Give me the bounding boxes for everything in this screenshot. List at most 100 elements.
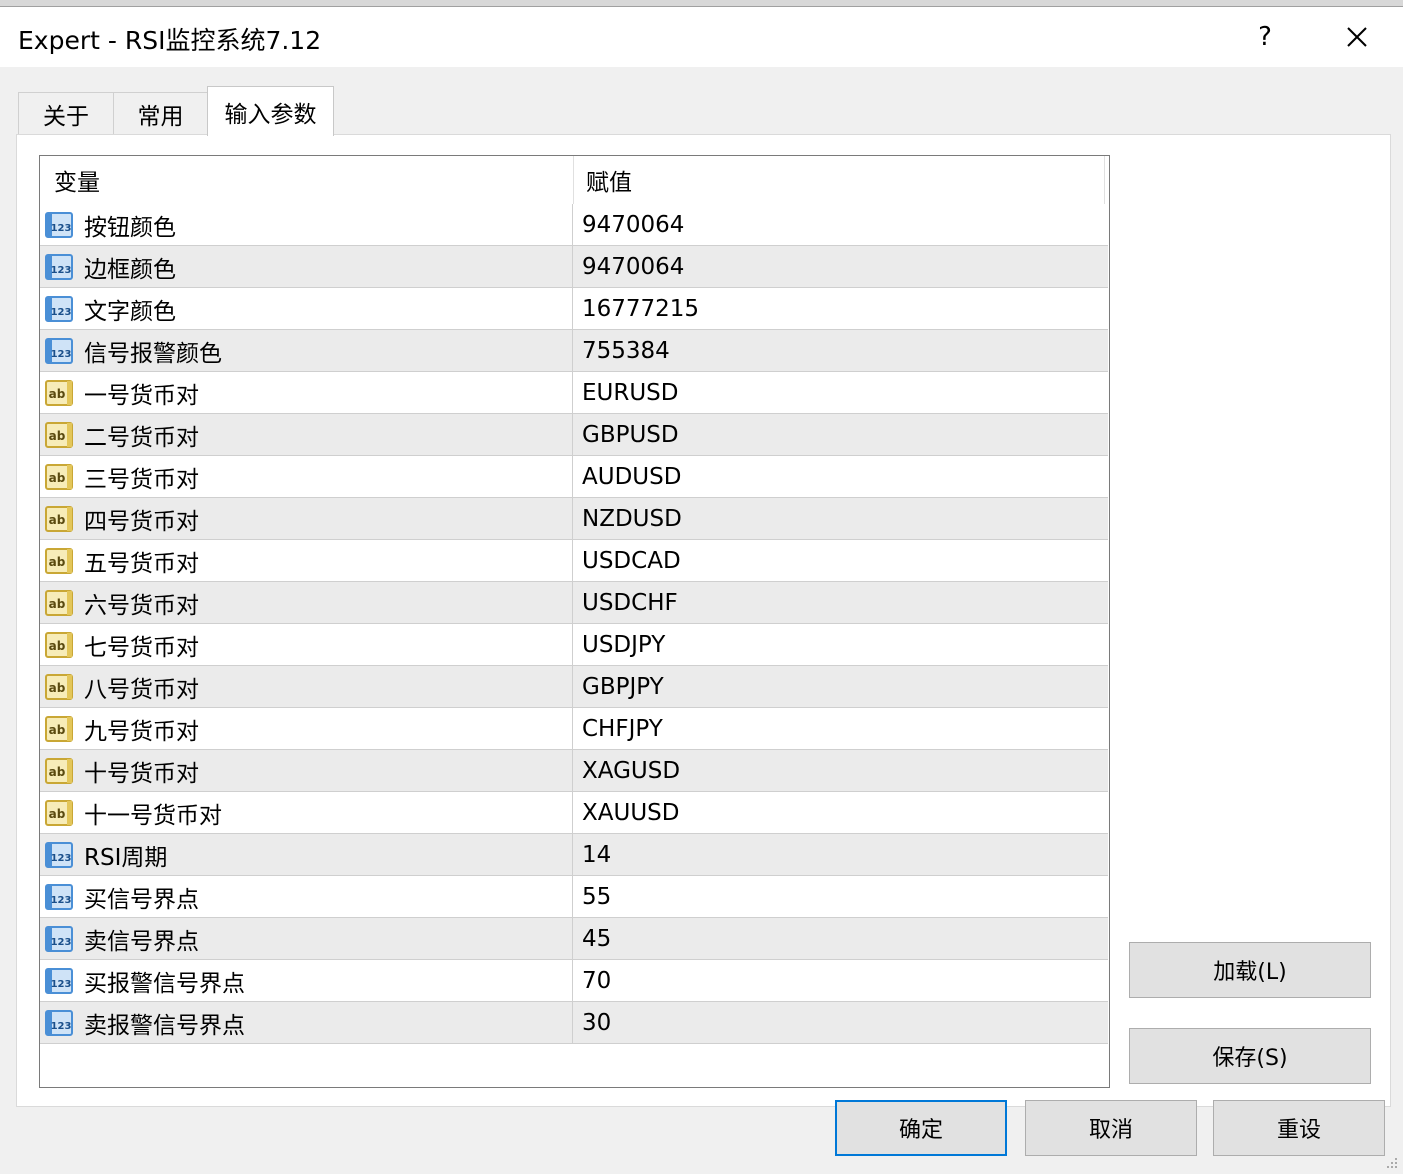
variable-name: 卖信号界点	[84, 928, 199, 955]
value-cell[interactable]: XAUUSD	[574, 792, 1108, 833]
value-cell[interactable]: 14	[574, 834, 1108, 875]
value-cell[interactable]: 55	[574, 876, 1108, 917]
variable-cell[interactable]: 123 按钮颜色	[40, 204, 573, 245]
ok-button[interactable]: 确定	[835, 1100, 1007, 1156]
text-ab-icon: ab	[45, 715, 73, 742]
value-cell[interactable]: 30	[574, 1002, 1108, 1043]
variable-cell[interactable]: ab 五号货币对	[40, 540, 573, 581]
variable-cell[interactable]: ab 三号货币对	[40, 456, 573, 497]
numeric-123-icon: 123	[45, 253, 73, 280]
table-row[interactable]: ab 三号货币对 AUDUSD	[40, 456, 1108, 498]
table-row[interactable]: 123 按钮颜色 9470064	[40, 204, 1108, 246]
variable-cell[interactable]: ab 二号货币对	[40, 414, 573, 455]
value-cell[interactable]: GBPJPY	[574, 666, 1108, 707]
variable-cell[interactable]: ab 九号货币对	[40, 708, 573, 749]
table-row[interactable]: ab 九号货币对 CHFJPY	[40, 708, 1108, 750]
table-row[interactable]: 123 信号报警颜色 755384	[40, 330, 1108, 372]
table-row[interactable]: 123 RSI周期 14	[40, 834, 1108, 876]
background-strip	[0, 0, 1403, 7]
variable-cell[interactable]: ab 七号货币对	[40, 624, 573, 665]
column-header-value[interactable]: 赋值	[574, 156, 1104, 204]
table-row[interactable]: ab 十号货币对 XAGUSD	[40, 750, 1108, 792]
table-row[interactable]: ab 六号货币对 USDCHF	[40, 582, 1108, 624]
variable-name: 三号货币对	[84, 466, 199, 493]
table-row[interactable]: ab 八号货币对 GBPJPY	[40, 666, 1108, 708]
text-ab-icon: ab	[45, 505, 73, 532]
tab-inputs[interactable]: 输入参数	[207, 86, 334, 136]
table-row[interactable]: 123 买报警信号界点 70	[40, 960, 1108, 1002]
value-cell[interactable]: XAGUSD	[574, 750, 1108, 791]
table-row[interactable]: 123 买信号界点 55	[40, 876, 1108, 918]
variable-cell[interactable]: ab 八号货币对	[40, 666, 573, 707]
column-header-variable[interactable]: 变量	[40, 156, 573, 204]
numeric-123-icon: 123	[45, 925, 73, 952]
text-ab-icon: ab	[45, 673, 73, 700]
close-button[interactable]	[1335, 17, 1379, 57]
svg-text:ab: ab	[49, 387, 66, 401]
value-cell[interactable]: CHFJPY	[574, 708, 1108, 749]
value-cell[interactable]: USDCHF	[574, 582, 1108, 623]
resize-grip-icon[interactable]	[1385, 1156, 1399, 1170]
cancel-button[interactable]: 取消	[1025, 1100, 1197, 1156]
table-row[interactable]: 123 卖信号界点 45	[40, 918, 1108, 960]
variable-cell[interactable]: 123 信号报警颜色	[40, 330, 573, 371]
value-cell[interactable]: 9470064	[574, 246, 1108, 287]
variable-cell[interactable]: ab 四号货币对	[40, 498, 573, 539]
variable-cell[interactable]: 123 买报警信号界点	[40, 960, 573, 1001]
variable-cell[interactable]: ab 一号货币对	[40, 372, 573, 413]
help-button[interactable]: ?	[1245, 17, 1285, 57]
variable-cell[interactable]: 123 卖报警信号界点	[40, 1002, 573, 1043]
svg-text:ab: ab	[49, 471, 66, 485]
value-cell[interactable]: USDJPY	[574, 624, 1108, 665]
variable-cell[interactable]: ab 六号货币对	[40, 582, 573, 623]
variable-name: 卖报警信号界点	[84, 1012, 245, 1039]
variable-cell[interactable]: 123 买信号界点	[40, 876, 573, 917]
text-ab-icon: ab	[45, 421, 73, 448]
svg-text:123: 123	[51, 307, 72, 318]
text-ab-icon: ab	[45, 547, 73, 574]
value-cell[interactable]: 16777215	[574, 288, 1108, 329]
table-row[interactable]: 123 边框颜色 9470064	[40, 246, 1108, 288]
svg-text:123: 123	[51, 349, 72, 360]
variable-name: 五号货币对	[84, 550, 199, 577]
table-row[interactable]: ab 十一号货币对 XAUUSD	[40, 792, 1108, 834]
table-row[interactable]: ab 一号货币对 EURUSD	[40, 372, 1108, 414]
variable-cell[interactable]: 123 RSI周期	[40, 834, 573, 875]
value-cell[interactable]: 45	[574, 918, 1108, 959]
variable-cell[interactable]: 123 卖信号界点	[40, 918, 573, 959]
table-row[interactable]: ab 五号货币对 USDCAD	[40, 540, 1108, 582]
svg-text:ab: ab	[49, 555, 66, 569]
tab-about[interactable]: 关于	[18, 92, 114, 135]
value-cell[interactable]: 70	[574, 960, 1108, 1001]
variable-cell[interactable]: 123 文字颜色	[40, 288, 573, 329]
numeric-123-icon: 123	[45, 883, 73, 910]
table-row[interactable]: ab 二号货币对 GBPUSD	[40, 414, 1108, 456]
numeric-123-icon: 123	[45, 337, 73, 364]
value-cell[interactable]: EURUSD	[574, 372, 1108, 413]
value-cell[interactable]: GBPUSD	[574, 414, 1108, 455]
column-divider[interactable]	[1104, 156, 1105, 204]
value-cell[interactable]: USDCAD	[574, 540, 1108, 581]
value-cell[interactable]: 9470064	[574, 204, 1108, 245]
variable-cell[interactable]: 123 边框颜色	[40, 246, 573, 287]
svg-text:123: 123	[51, 937, 72, 948]
svg-text:ab: ab	[49, 681, 66, 695]
variable-cell[interactable]: ab 十一号货币对	[40, 792, 573, 833]
table-row[interactable]: 123 卖报警信号界点 30	[40, 1002, 1108, 1044]
load-button[interactable]: 加载(L)	[1129, 942, 1371, 998]
value-cell[interactable]: NZDUSD	[574, 498, 1108, 539]
svg-text:123: 123	[51, 895, 72, 906]
tab-common[interactable]: 常用	[113, 92, 208, 135]
table-row[interactable]: ab 七号货币对 USDJPY	[40, 624, 1108, 666]
table-body: 123 按钮颜色 9470064 123 边框颜色 9470064 123 文字颜色 16777…	[40, 204, 1108, 1044]
value-cell[interactable]: 755384	[574, 330, 1108, 371]
value-cell[interactable]: AUDUSD	[574, 456, 1108, 497]
variable-cell[interactable]: ab 十号货币对	[40, 750, 573, 791]
text-ab-icon: ab	[45, 757, 73, 784]
numeric-123-icon: 123	[45, 295, 73, 322]
reset-button[interactable]: 重设	[1213, 1100, 1385, 1156]
variable-name: 边框颜色	[84, 256, 176, 283]
table-row[interactable]: 123 文字颜色 16777215	[40, 288, 1108, 330]
table-row[interactable]: ab 四号货币对 NZDUSD	[40, 498, 1108, 540]
save-button[interactable]: 保存(S)	[1129, 1028, 1371, 1084]
